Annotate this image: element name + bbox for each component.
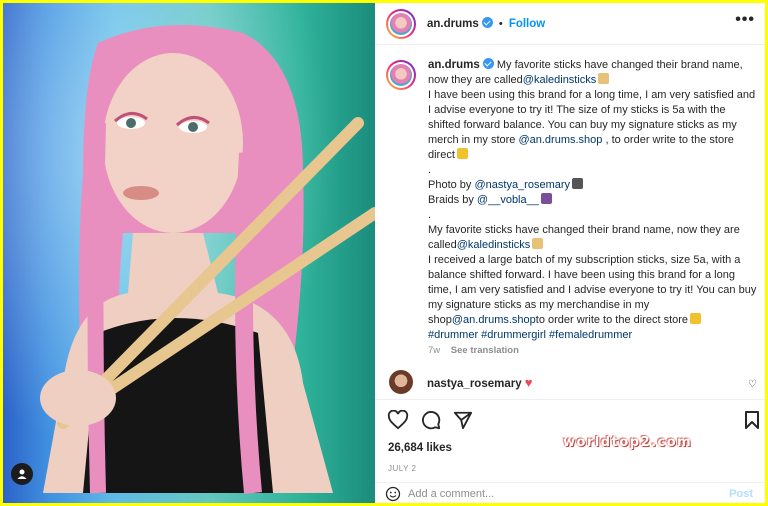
post-header: an.drums • Follow ••• bbox=[375, 3, 765, 45]
hashtags[interactable]: #drummer #drummergirl #femaledrummer bbox=[428, 328, 758, 343]
post-photo[interactable] bbox=[3, 3, 375, 503]
emoji-picker-icon[interactable] bbox=[385, 486, 401, 502]
share-icon[interactable] bbox=[453, 410, 473, 430]
post-date: JULY 2 bbox=[388, 464, 417, 473]
tagged-users-button[interactable] bbox=[11, 463, 33, 485]
caption-username[interactable]: an.drums bbox=[428, 59, 480, 71]
commenter-avatar[interactable] bbox=[389, 370, 413, 394]
mention-an-drums-shop-2[interactable]: @an.drums.shop bbox=[452, 314, 536, 326]
post-detail-panel: an.drums • Follow ••• an.drums My favori… bbox=[375, 3, 765, 503]
watermark: worldtop2.com bbox=[563, 435, 693, 450]
braids-by-label: Braids by bbox=[428, 194, 477, 206]
caption-dot-2: . bbox=[428, 209, 432, 221]
mention-vobla[interactable]: @__vobla__ bbox=[477, 194, 539, 206]
camera-emoji-icon bbox=[572, 178, 584, 189]
save-bookmark-icon[interactable] bbox=[744, 410, 760, 430]
user-icon bbox=[17, 469, 27, 479]
emoji-icon bbox=[540, 193, 552, 204]
action-bar bbox=[375, 399, 765, 439]
comment-icon[interactable] bbox=[421, 410, 441, 430]
comment-input[interactable]: Add a comment... bbox=[408, 488, 494, 500]
emoji-icon bbox=[456, 148, 468, 159]
photo-by-label: Photo by bbox=[428, 179, 475, 191]
mention-kaledinsticks-2[interactable]: @kaledinsticks bbox=[457, 239, 531, 251]
post-comment-button[interactable]: Post bbox=[729, 488, 753, 500]
header-username[interactable]: an.drums bbox=[427, 18, 479, 30]
verified-badge-icon bbox=[481, 17, 493, 28]
avatar[interactable] bbox=[386, 9, 416, 39]
post-age: 7w bbox=[428, 345, 441, 356]
caption-line-4-end: to order write to the direct store bbox=[535, 314, 689, 326]
header-separator: • bbox=[498, 18, 503, 30]
more-options-icon[interactable]: ••• bbox=[735, 11, 755, 29]
photo-illustration bbox=[40, 25, 375, 494]
verified-badge-icon bbox=[482, 58, 494, 69]
mention-nastya-rosemary[interactable]: @nastya_rosemary bbox=[474, 179, 570, 191]
see-translation-button[interactable]: See translation bbox=[451, 345, 519, 356]
mention-an-drums-shop[interactable]: @an.drums.shop bbox=[518, 134, 602, 146]
add-comment-bar: Add a comment... Post bbox=[375, 482, 765, 503]
caption-avatar[interactable] bbox=[386, 60, 416, 90]
mention-kaledinsticks[interactable]: @kaledinsticks bbox=[523, 74, 597, 86]
emoji-icon bbox=[690, 313, 702, 324]
like-heart-icon[interactable] bbox=[387, 410, 409, 430]
emoji-icon bbox=[532, 238, 544, 249]
red-heart-emoji-icon: ♥ bbox=[524, 375, 533, 390]
caption-text: an.drums My favorite sticks have changed… bbox=[428, 58, 758, 358]
caption-dot-1: . bbox=[428, 164, 432, 176]
commenter-username[interactable]: nastya_rosemary bbox=[427, 378, 522, 390]
likes-count[interactable]: 26,684 likes bbox=[388, 442, 452, 454]
comment-row: nastya_rosemary ♥ ♡ bbox=[375, 368, 765, 398]
emoji-icon bbox=[598, 73, 610, 84]
like-comment-icon[interactable]: ♡ bbox=[748, 379, 757, 390]
follow-button[interactable]: Follow bbox=[509, 18, 545, 30]
